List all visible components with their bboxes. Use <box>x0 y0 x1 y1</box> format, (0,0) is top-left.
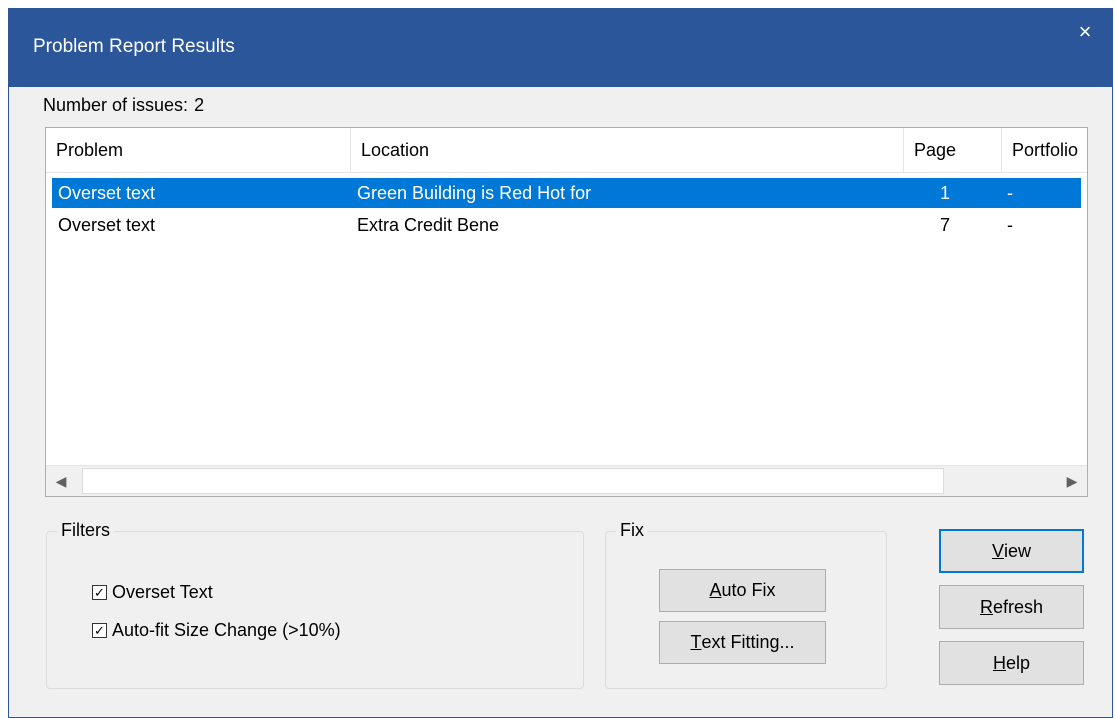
refresh-mnemonic: R <box>979 596 993 617</box>
refresh-label: efresh <box>992 596 1044 617</box>
filter-autofit-size-change[interactable]: ✓ Auto-fit Size Change (>10%) <box>92 620 341 641</box>
help-button[interactable]: Help <box>939 641 1084 685</box>
filters-label: Filters <box>57 520 114 541</box>
title-bar: Problem Report Results × <box>9 9 1112 87</box>
row-location: Green Building is Red Hot for <box>357 183 592 203</box>
fix-group: Fix Auto Fix Text Fitting... <box>605 520 887 689</box>
auto-fix-label: uto Fix <box>721 580 776 600</box>
table-row[interactable]: Overset text Extra Credit Bene 7 - <box>52 210 1081 240</box>
column-header-portfolio[interactable]: Portfolio <box>1002 128 1089 172</box>
fix-label: Fix <box>616 520 648 541</box>
row-location: Extra Credit Bene <box>357 215 500 235</box>
table-row[interactable]: Overset text Green Building is Red Hot f… <box>52 178 1081 208</box>
filter-overset-text[interactable]: ✓ Overset Text <box>92 582 213 603</box>
row-page: 1 <box>940 183 951 203</box>
text-fitting-mnemonic: T <box>690 632 702 652</box>
scroll-right-icon[interactable]: ▶ <box>1057 466 1087 496</box>
column-header-problem[interactable]: Problem <box>46 128 351 172</box>
view-button[interactable]: View <box>939 529 1084 573</box>
problem-report-dialog: Problem Report Results × Number of issue… <box>8 8 1113 718</box>
column-header-page[interactable]: Page <box>904 128 1002 172</box>
row-portfolio: - <box>1007 183 1013 203</box>
issues-count-value: 2 <box>194 95 205 115</box>
auto-fix-mnemonic: A <box>709 580 722 600</box>
row-portfolio: - <box>1007 215 1013 235</box>
auto-fix-button[interactable]: Auto Fix <box>659 569 826 612</box>
scroll-left-icon[interactable]: ◀ <box>46 466 76 496</box>
scrollbar-thumb[interactable] <box>82 468 944 494</box>
row-page: 7 <box>940 215 951 235</box>
row-problem: Overset text <box>58 183 156 203</box>
problem-list[interactable]: Problem Location Page Portfolio Overset … <box>45 127 1088 497</box>
filters-group: Filters ✓ Overset Text ✓ Auto-fit Size C… <box>46 520 584 689</box>
text-fitting-label: ext Fitting... <box>701 632 795 652</box>
help-mnemonic: H <box>992 652 1006 673</box>
refresh-button[interactable]: Refresh <box>939 585 1084 629</box>
close-icon[interactable]: × <box>1070 17 1100 47</box>
text-fitting-button[interactable]: Text Fitting... <box>659 621 826 664</box>
issues-count-line: Number of issues: 2 <box>43 95 210 116</box>
filter-overset-text-label: Overset Text <box>112 582 213 602</box>
view-mnemonic: V <box>991 540 1004 561</box>
issues-count-label: Number of issues: <box>43 95 189 115</box>
help-label: elp <box>1005 652 1031 673</box>
row-problem: Overset text <box>58 215 156 235</box>
list-header: Problem Location Page Portfolio <box>46 128 1087 173</box>
dialog-title: Problem Report Results <box>33 36 235 57</box>
checkbox-checked-icon[interactable]: ✓ <box>92 623 107 638</box>
filter-autofit-label: Auto-fit Size Change (>10%) <box>112 620 341 640</box>
checkbox-checked-icon[interactable]: ✓ <box>92 585 107 600</box>
horizontal-scrollbar[interactable]: ◀ ▶ <box>46 465 1087 496</box>
view-label: iew <box>1004 540 1032 561</box>
column-header-location[interactable]: Location <box>351 128 904 172</box>
